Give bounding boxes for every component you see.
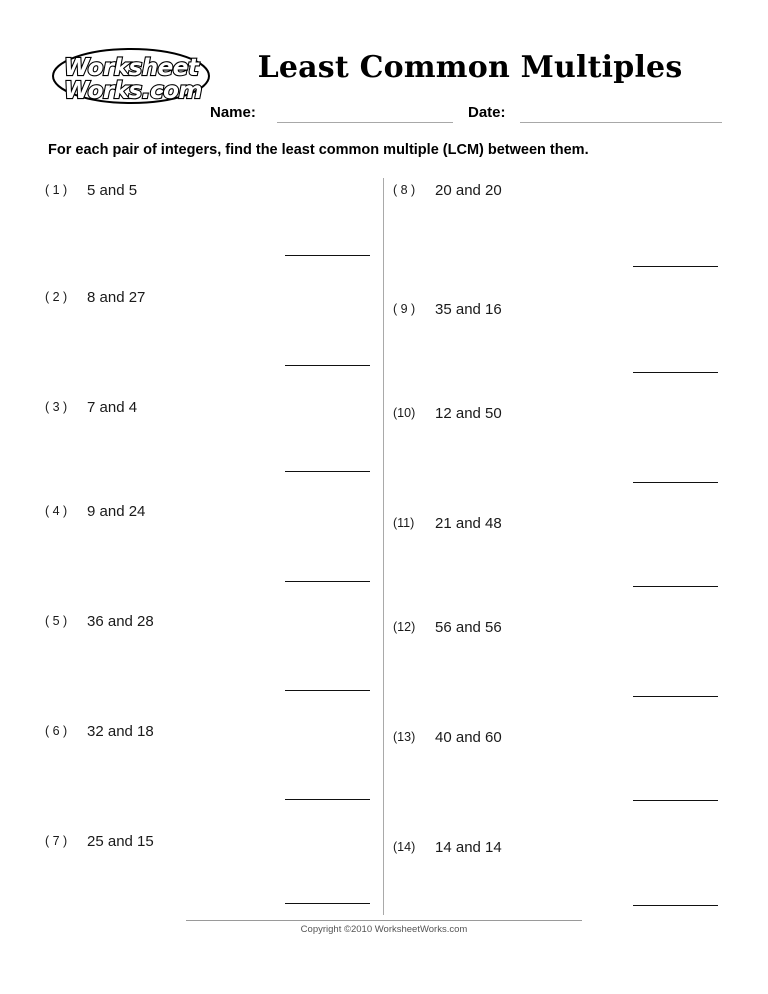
date-input-rule[interactable] [520, 122, 722, 123]
problem-item: ( 9 ) 35 and 16 [393, 301, 733, 318]
problem-text: 20 and 20 [435, 182, 502, 199]
problem-text: 9 and 24 [87, 503, 146, 520]
problem-number: ( 2 ) [45, 290, 68, 304]
worksheet-footer: Copyright ©2010 WorksheetWorks.com [0, 920, 768, 960]
answer-line[interactable] [633, 372, 718, 373]
worksheetworks-logo[interactable]: Worksheet Works.com [50, 44, 212, 108]
problem-number: ( 3 ) [45, 400, 68, 414]
answer-line[interactable] [285, 903, 370, 904]
date-label: Date: [468, 104, 506, 121]
answer-line[interactable] [285, 690, 370, 691]
answer-line[interactable] [633, 482, 718, 483]
answer-line[interactable] [285, 581, 370, 582]
problem-number: ( 9 ) [393, 302, 416, 316]
problem-number: ( 5 ) [45, 614, 68, 628]
problem-number: ( 1 ) [45, 183, 68, 197]
name-label: Name: [210, 104, 256, 121]
problem-number: (10) [393, 406, 416, 420]
worksheet-page: Worksheet Works.com Least Common Multipl… [0, 0, 768, 994]
problem-item: ( 8 ) 20 and 20 [393, 182, 733, 199]
problem-text: 25 and 15 [87, 833, 154, 850]
problem-text: 35 and 16 [435, 301, 502, 318]
svg-text:Works.com: Works.com [64, 78, 202, 104]
problem-item: ( 2 ) 8 and 27 [45, 289, 385, 306]
instructions-text: For each pair of integers, find the leas… [48, 142, 589, 158]
problem-item: (13) 40 and 60 [393, 729, 733, 746]
problem-text: 8 and 27 [87, 289, 146, 306]
footer-divider [186, 920, 582, 921]
answer-line[interactable] [633, 800, 718, 801]
problem-number: ( 7 ) [45, 834, 68, 848]
answer-line[interactable] [285, 255, 370, 256]
problem-text: 7 and 4 [87, 399, 138, 416]
problem-item: ( 7 ) 25 and 15 [45, 833, 385, 850]
problem-text: 36 and 28 [87, 613, 154, 630]
problem-text: 12 and 50 [435, 405, 502, 422]
problem-number: (14) [393, 840, 416, 854]
problem-number: (13) [393, 730, 416, 744]
problem-number: (12) [393, 620, 416, 634]
problem-text: 14 and 14 [435, 839, 502, 856]
problem-number: ( 4 ) [45, 504, 68, 518]
problem-item: (14) 14 and 14 [393, 839, 733, 856]
answer-line[interactable] [633, 696, 718, 697]
answer-line[interactable] [285, 799, 370, 800]
answer-line[interactable] [633, 586, 718, 587]
problem-item: ( 4 ) 9 and 24 [45, 503, 385, 520]
problem-item: ( 3 ) 7 and 4 [45, 399, 385, 416]
name-date-row: Name: Date: [210, 104, 722, 126]
problems-area: ( 1 ) 5 and 5 ( 2 ) 8 and 27 ( 3 ) 7 and 4 ( 4… [0, 178, 768, 918]
problems-column-right: ( 8 ) 20 and 20 ( 9 ) 35 and 16 (10) 12 and 5… [393, 178, 733, 918]
problem-item: ( 5 ) 36 and 28 [45, 613, 385, 630]
name-input-rule[interactable] [277, 122, 453, 123]
problem-text: 32 and 18 [87, 723, 154, 740]
worksheet-header: Worksheet Works.com Least Common Multipl… [0, 0, 768, 130]
answer-line[interactable] [285, 365, 370, 366]
problem-number: (11) [393, 516, 415, 530]
answer-line[interactable] [285, 471, 370, 472]
copyright-text: Copyright ©2010 WorksheetWorks.com [300, 924, 468, 935]
problem-item: (10) 12 and 50 [393, 405, 733, 422]
problem-text: 5 and 5 [87, 182, 138, 199]
problem-item: (11) 21 and 48 [393, 515, 733, 532]
problem-text: 21 and 48 [435, 515, 502, 532]
answer-line[interactable] [633, 905, 718, 906]
problem-text: 40 and 60 [435, 729, 502, 746]
problem-number: ( 8 ) [393, 183, 416, 197]
problem-item: ( 6 ) 32 and 18 [45, 723, 385, 740]
problems-column-left: ( 1 ) 5 and 5 ( 2 ) 8 and 27 ( 3 ) 7 and 4 ( 4… [45, 178, 385, 918]
answer-line[interactable] [633, 266, 718, 267]
problem-item: ( 1 ) 5 and 5 [45, 182, 385, 199]
page-title: Least Common Multiples [257, 50, 683, 85]
problem-text: 56 and 56 [435, 619, 502, 636]
problem-item: (12) 56 and 56 [393, 619, 733, 636]
problem-number: ( 6 ) [45, 724, 68, 738]
